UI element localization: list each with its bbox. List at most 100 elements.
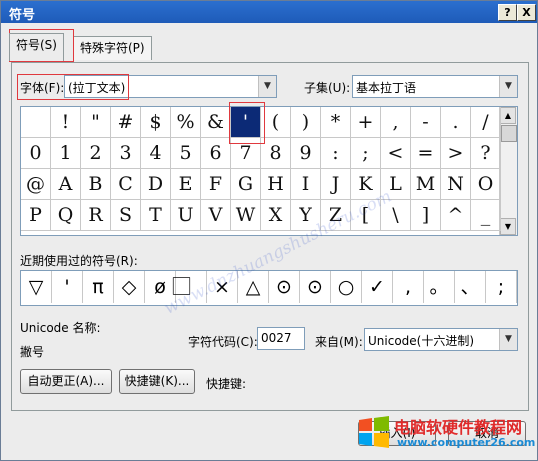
symbol-cell[interactable]: T bbox=[141, 200, 171, 231]
symbol-cell[interactable]: B bbox=[81, 169, 111, 200]
recent-symbol-cell[interactable]: π bbox=[83, 271, 114, 303]
symbol-cell[interactable]: ) bbox=[291, 107, 321, 138]
symbol-cell[interactable]: _ bbox=[471, 200, 501, 231]
symbol-cell[interactable]: Q bbox=[51, 200, 81, 231]
symbol-cell[interactable]: : bbox=[321, 138, 351, 169]
symbol-cell[interactable]: 9 bbox=[291, 138, 321, 169]
symbol-cell[interactable]: 1 bbox=[51, 138, 81, 169]
recent-symbol-cell[interactable]: ✓ bbox=[362, 271, 393, 303]
symbol-cell[interactable]: 4 bbox=[141, 138, 171, 169]
chevron-down-icon[interactable]: ▼ bbox=[499, 76, 517, 97]
symbol-cell[interactable]: M bbox=[411, 169, 441, 200]
shortcut-key-button[interactable]: 快捷键(K)... bbox=[119, 369, 195, 394]
recent-symbol-cell[interactable]: ◇ bbox=[114, 271, 145, 303]
scroll-thumb[interactable] bbox=[501, 125, 517, 142]
recent-symbol-cell[interactable]: × bbox=[207, 271, 238, 303]
symbol-cell[interactable]: I bbox=[291, 169, 321, 200]
symbol-cell[interactable]: L bbox=[381, 169, 411, 200]
recent-symbol-cell[interactable]: △ bbox=[238, 271, 269, 303]
symbol-cell[interactable]: ] bbox=[411, 200, 441, 231]
symbol-cell[interactable]: P bbox=[21, 200, 51, 231]
symbol-cell[interactable]: 2 bbox=[81, 138, 111, 169]
recent-symbol-cell[interactable]: ⊙ bbox=[269, 271, 300, 303]
symbol-cell[interactable]: K bbox=[351, 169, 381, 200]
close-button[interactable]: X bbox=[517, 4, 536, 21]
recent-symbol-cell[interactable]: 。 bbox=[424, 271, 455, 303]
symbol-cell[interactable]: * bbox=[321, 107, 351, 138]
recent-symbol-cell[interactable]: ○ bbox=[331, 271, 362, 303]
symbol-cell[interactable]: H bbox=[261, 169, 291, 200]
subset-select[interactable]: 基本拉丁语 ▼ bbox=[352, 75, 518, 98]
symbol-cell[interactable]: , bbox=[381, 107, 411, 138]
chevron-down-icon[interactable]: ▼ bbox=[499, 329, 517, 350]
symbol-cell[interactable]: + bbox=[351, 107, 381, 138]
font-select[interactable]: (拉丁文本) ▼ bbox=[64, 75, 277, 98]
symbol-cell[interactable]: < bbox=[381, 138, 411, 169]
font-label: 字体(F): bbox=[20, 81, 65, 95]
symbol-cell[interactable]: G bbox=[231, 169, 261, 200]
symbol-cell[interactable]: 8 bbox=[261, 138, 291, 169]
recent-symbol-cell[interactable]: ; bbox=[486, 271, 517, 303]
symbol-cell[interactable]: F bbox=[201, 169, 231, 200]
symbol-cell[interactable]: 0 bbox=[21, 138, 51, 169]
recent-symbol-cell[interactable]: , bbox=[393, 271, 424, 303]
symbol-cell[interactable]: Y bbox=[291, 200, 321, 231]
chevron-down-icon[interactable]: ▼ bbox=[258, 76, 276, 97]
scroll-down-icon[interactable]: ▼ bbox=[500, 218, 516, 235]
symbol-cell[interactable]: X bbox=[261, 200, 291, 231]
unicode-name-value: 撇号 bbox=[20, 345, 45, 359]
symbol-cell[interactable]: ; bbox=[351, 138, 381, 169]
symbol-cell[interactable]: O bbox=[471, 169, 501, 200]
symbol-cell[interactable]: S bbox=[111, 200, 141, 231]
symbol-cell[interactable]: " bbox=[81, 107, 111, 138]
symbol-cell[interactable]: W bbox=[231, 200, 261, 231]
from-select[interactable]: Unicode(十六进制) ▼ bbox=[364, 328, 518, 351]
scroll-up-icon[interactable]: ▲ bbox=[500, 107, 516, 124]
symbol-cell[interactable]: J bbox=[321, 169, 351, 200]
recent-symbol-cell[interactable]: ø bbox=[145, 271, 176, 303]
recent-symbol-cell[interactable]: ⃞⃞ bbox=[176, 271, 207, 303]
symbol-cell[interactable]: ? bbox=[471, 138, 501, 169]
symbol-cell[interactable]: N bbox=[441, 169, 471, 200]
symbol-cell[interactable]: - bbox=[411, 107, 441, 138]
symbol-cell[interactable]: > bbox=[441, 138, 471, 169]
symbol-cell[interactable]: [ bbox=[351, 200, 381, 231]
symbol-cell[interactable]: \ bbox=[381, 200, 411, 231]
symbol-cell[interactable]: A bbox=[51, 169, 81, 200]
symbol-cell[interactable]: ^ bbox=[441, 200, 471, 231]
symbol-cell[interactable]: / bbox=[471, 107, 501, 138]
symbol-cell[interactable]: C bbox=[111, 169, 141, 200]
symbol-grid-scrollbar[interactable]: ▲ ▼ bbox=[499, 107, 517, 235]
symbol-cell[interactable]: 7 bbox=[231, 138, 261, 169]
tab-symbols[interactable]: 符号(S) bbox=[9, 33, 64, 61]
symbol-cell[interactable]: ' bbox=[231, 107, 261, 138]
recent-symbol-cell[interactable]: 、 bbox=[455, 271, 486, 303]
symbol-cell[interactable]: 5 bbox=[171, 138, 201, 169]
symbol-cell[interactable]: ( bbox=[261, 107, 291, 138]
autocorrect-button[interactable]: 自动更正(A)... bbox=[20, 369, 112, 394]
symbol-cell[interactable] bbox=[21, 107, 51, 138]
symbol-cell[interactable]: Z bbox=[321, 200, 351, 231]
symbol-cell[interactable]: E bbox=[171, 169, 201, 200]
symbol-cell[interactable]: ! bbox=[51, 107, 81, 138]
symbol-cell[interactable]: @ bbox=[21, 169, 51, 200]
symbol-cell[interactable]: = bbox=[411, 138, 441, 169]
symbol-cell[interactable]: # bbox=[111, 107, 141, 138]
recent-symbol-cell[interactable]: ⊙ bbox=[300, 271, 331, 303]
symbol-cell[interactable]: U bbox=[171, 200, 201, 231]
recent-symbol-cell[interactable]: ▽ bbox=[21, 271, 52, 303]
symbol-cell[interactable]: D bbox=[141, 169, 171, 200]
help-button[interactable]: ? bbox=[498, 4, 517, 21]
symbol-cell[interactable]: . bbox=[441, 107, 471, 138]
char-code-input[interactable]: 0027 bbox=[257, 327, 305, 350]
symbol-cell[interactable]: 3 bbox=[111, 138, 141, 169]
symbol-cell[interactable]: 6 bbox=[201, 138, 231, 169]
symbol-cell[interactable]: & bbox=[201, 107, 231, 138]
symbol-cell[interactable]: V bbox=[201, 200, 231, 231]
tab-special-characters[interactable]: 特殊字符(P) bbox=[73, 36, 152, 60]
recent-symbol-cell[interactable]: ' bbox=[52, 271, 83, 303]
symbol-cell[interactable]: % bbox=[171, 107, 201, 138]
symbol-cell[interactable]: R bbox=[81, 200, 111, 231]
symbol-cell[interactable]: $ bbox=[141, 107, 171, 138]
brand-title: 电脑软硬件教程网 bbox=[394, 418, 523, 437]
